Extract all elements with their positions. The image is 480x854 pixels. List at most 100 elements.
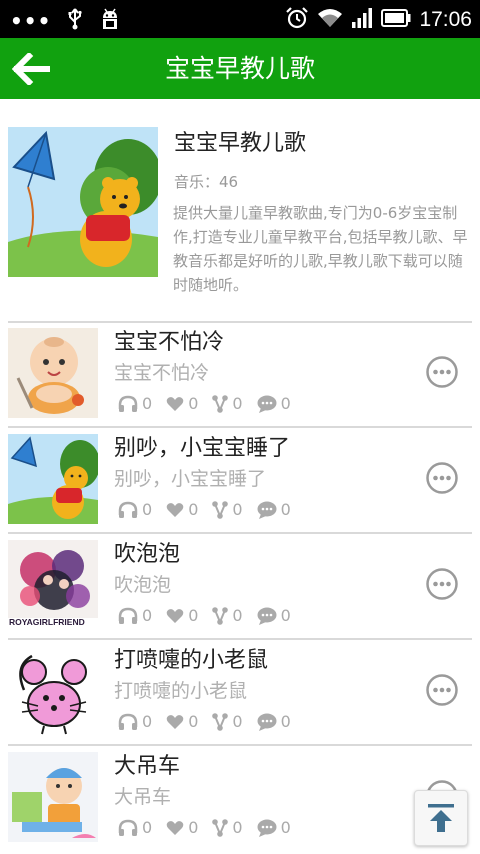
more-horizontal-icon bbox=[426, 674, 458, 706]
like-stat: 0 bbox=[166, 712, 198, 732]
comment-stat: 0 bbox=[257, 712, 291, 732]
song-row[interactable]: ROYAGIRLFRIEND 吹泡泡 吹泡泡 0 0 0 0 bbox=[8, 534, 472, 638]
listen-count: 0 bbox=[142, 606, 153, 625]
like-count: 0 bbox=[188, 500, 199, 519]
share-icon bbox=[212, 819, 229, 837]
listen-stat: 0 bbox=[118, 500, 152, 520]
share-count: 0 bbox=[232, 818, 243, 837]
listen-stat: 0 bbox=[118, 394, 152, 414]
status-bar: ••• 17:06 bbox=[0, 0, 480, 38]
comment-stat: 0 bbox=[257, 394, 291, 414]
back-button[interactable] bbox=[10, 50, 52, 88]
comment-icon bbox=[257, 395, 277, 413]
song-cover-image bbox=[8, 434, 98, 524]
comment-count: 0 bbox=[280, 606, 291, 625]
listen-count: 0 bbox=[142, 712, 153, 731]
song-stats: 0 0 0 0 bbox=[118, 606, 305, 626]
arrow-up-to-top-icon bbox=[428, 804, 454, 832]
page-title: 宝宝早教儿歌 bbox=[164, 54, 315, 83]
android-debug-icon bbox=[99, 8, 121, 34]
song-stats: 0 0 0 0 bbox=[118, 818, 305, 838]
share-stat: 0 bbox=[212, 394, 243, 414]
like-stat: 0 bbox=[166, 500, 198, 520]
share-stat: 0 bbox=[212, 500, 243, 520]
album-cover-image bbox=[8, 127, 158, 277]
arrow-left-icon bbox=[12, 53, 50, 85]
album-description: 提供大量儿童早教歌曲,专门为0-6岁宝宝制作,打造专业儿童早教平台,包括早教儿歌… bbox=[173, 204, 468, 294]
share-stat: 0 bbox=[212, 818, 243, 838]
song-row[interactable]: 打喷嚏的小老鼠 打喷嚏的小老鼠 0 0 0 0 bbox=[8, 640, 472, 744]
song-stats: 0 0 0 0 bbox=[118, 394, 305, 414]
like-stat: 0 bbox=[166, 394, 198, 414]
share-count: 0 bbox=[232, 500, 243, 519]
more-options-button[interactable] bbox=[426, 356, 458, 388]
comment-stat: 0 bbox=[257, 606, 291, 626]
scroll-to-top-button[interactable] bbox=[414, 790, 468, 846]
album-info: 宝宝早教儿歌 音乐：46 提供大量儿童早教歌曲,专门为0-6岁宝宝制作,打造专业… bbox=[8, 127, 472, 322]
comment-stat: 0 bbox=[257, 818, 291, 838]
headphones-icon bbox=[118, 501, 138, 518]
usb-icon bbox=[67, 8, 83, 34]
heart-icon bbox=[166, 503, 184, 517]
heart-icon bbox=[166, 715, 184, 729]
share-icon bbox=[212, 713, 229, 731]
comment-stat: 0 bbox=[257, 500, 291, 520]
like-count: 0 bbox=[188, 712, 199, 731]
song-title: 别吵，小宝宝睡了 bbox=[114, 436, 291, 461]
share-stat: 0 bbox=[212, 606, 243, 626]
like-stat: 0 bbox=[166, 606, 198, 626]
share-icon bbox=[212, 501, 229, 519]
more-options-button[interactable] bbox=[426, 462, 458, 494]
song-row[interactable]: 宝宝不怕冷 宝宝不怕冷 0 0 0 0 bbox=[8, 322, 472, 426]
like-count: 0 bbox=[188, 394, 199, 413]
headphones-icon bbox=[118, 713, 138, 730]
like-count: 0 bbox=[188, 606, 199, 625]
listen-count: 0 bbox=[142, 500, 153, 519]
comment-count: 0 bbox=[280, 818, 291, 837]
song-row[interactable]: 别吵，小宝宝睡了 别吵，小宝宝睡了 0 0 0 0 bbox=[8, 428, 472, 532]
more-options-button[interactable] bbox=[426, 568, 458, 600]
song-cover-image: ROYAGIRLFRIEND bbox=[8, 540, 98, 630]
song-cover-image bbox=[8, 752, 98, 842]
song-stats: 0 0 0 0 bbox=[118, 500, 305, 520]
listen-stat: 0 bbox=[118, 712, 152, 732]
more-options-button[interactable] bbox=[426, 674, 458, 706]
app-header: 宝宝早教儿歌 bbox=[0, 38, 480, 99]
like-stat: 0 bbox=[166, 818, 198, 838]
heart-icon bbox=[166, 821, 184, 835]
share-icon bbox=[212, 395, 229, 413]
share-stat: 0 bbox=[212, 712, 243, 732]
listen-stat: 0 bbox=[118, 606, 152, 626]
song-title: 大吊车 bbox=[114, 754, 181, 779]
share-icon bbox=[212, 607, 229, 625]
song-subtitle: 大吊车 bbox=[114, 786, 172, 808]
alarm-icon bbox=[285, 6, 309, 34]
listen-stat: 0 bbox=[118, 818, 152, 838]
song-row[interactable]: 大吊车 大吊车 0 0 0 0 bbox=[8, 746, 472, 850]
song-title: 打喷嚏的小老鼠 bbox=[114, 648, 269, 673]
share-count: 0 bbox=[232, 606, 243, 625]
song-subtitle: 吹泡泡 bbox=[114, 574, 172, 596]
album-title: 宝宝早教儿歌 bbox=[174, 131, 307, 156]
comment-count: 0 bbox=[280, 712, 291, 731]
album-song-count: 音乐：46 bbox=[174, 173, 239, 191]
comment-count: 0 bbox=[280, 500, 291, 519]
notification-dots-icon: ••• bbox=[10, 9, 52, 33]
headphones-icon bbox=[118, 607, 138, 624]
comment-icon bbox=[257, 607, 277, 625]
comment-count: 0 bbox=[280, 394, 291, 413]
headphones-icon bbox=[118, 819, 138, 836]
share-count: 0 bbox=[232, 394, 243, 413]
song-title: 宝宝不怕冷 bbox=[114, 330, 225, 355]
song-stats: 0 0 0 0 bbox=[118, 712, 305, 732]
heart-icon bbox=[166, 609, 184, 623]
wifi-icon bbox=[317, 7, 343, 33]
heart-icon bbox=[166, 397, 184, 411]
song-title: 吹泡泡 bbox=[114, 542, 181, 567]
more-horizontal-icon bbox=[426, 462, 458, 494]
headphones-icon bbox=[118, 395, 138, 412]
listen-count: 0 bbox=[142, 394, 153, 413]
share-count: 0 bbox=[232, 712, 243, 731]
status-time: 17:06 bbox=[419, 8, 472, 31]
song-cover-image bbox=[8, 646, 98, 736]
